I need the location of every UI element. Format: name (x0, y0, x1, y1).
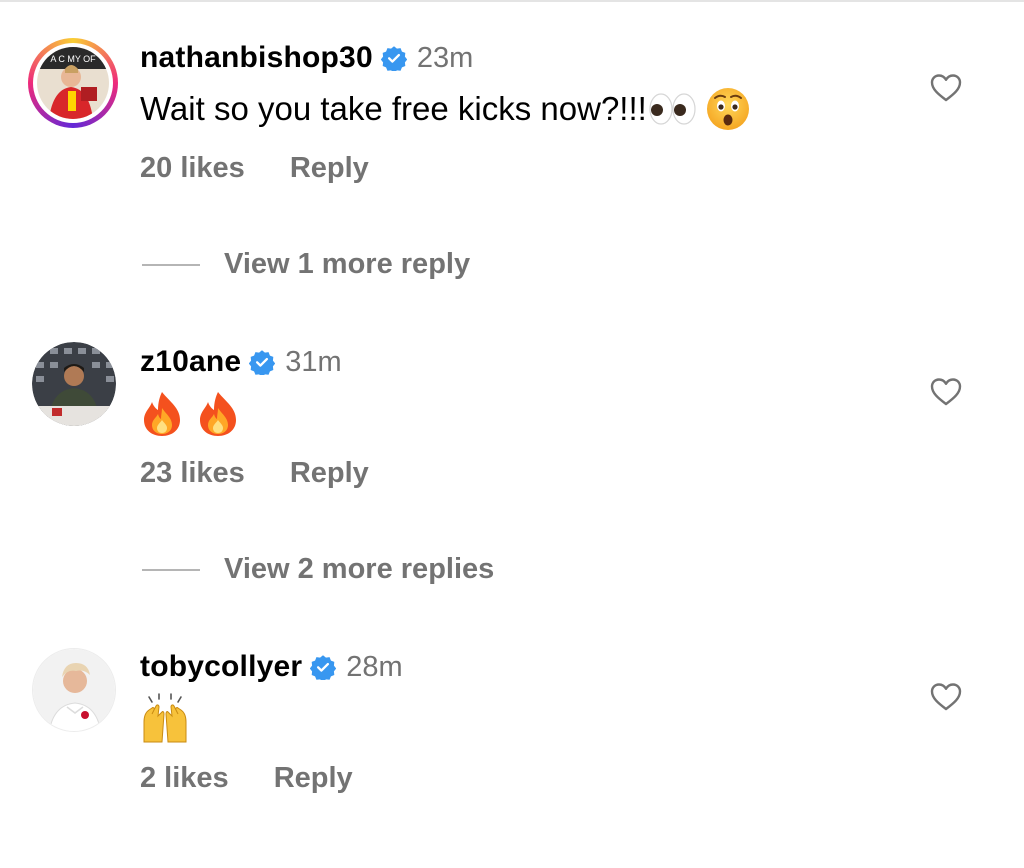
like-heart-icon[interactable] (930, 376, 962, 408)
likes-count[interactable]: 20 likes (140, 152, 245, 185)
astonished-face-emoji (706, 88, 749, 130)
avatar[interactable] (32, 342, 116, 426)
avatar[interactable]: A C MY OF (28, 38, 118, 128)
likes-count[interactable]: 2 likes (140, 762, 229, 795)
fire-emoji (144, 392, 180, 436)
comment-text (140, 692, 190, 744)
replies-divider-line (142, 263, 200, 266)
view-replies-label: View 2 more replies (224, 553, 495, 585)
avatar[interactable] (32, 648, 116, 732)
reply-button[interactable]: Reply (274, 762, 353, 795)
comment-text: Wait so you take free kicks now?!!! (140, 86, 751, 132)
comment-username[interactable]: nathanbishop30 (140, 41, 373, 75)
comment-text-body: Wait so you take free kicks now?!!! (140, 90, 647, 127)
raising-hands-emoji (143, 693, 187, 743)
comment-time: 23m (416, 41, 474, 74)
comment-username[interactable]: tobycollyer (140, 650, 302, 684)
verified-badge-icon (380, 46, 407, 71)
view-replies-label: View 1 more reply (224, 248, 471, 280)
reply-button[interactable]: Reply (290, 152, 369, 185)
comment-time: 31m (285, 345, 342, 378)
svg-text:A C MY OF: A C MY OF (50, 54, 96, 64)
likes-count[interactable]: 23 likes (140, 457, 245, 490)
like-heart-icon[interactable] (930, 681, 962, 713)
view-replies-button[interactable]: View 1 more reply (142, 248, 470, 281)
comment-text (140, 390, 240, 438)
reply-button[interactable]: Reply (290, 457, 369, 490)
eyes-emoji (649, 93, 696, 125)
verified-badge-icon (249, 350, 276, 375)
comment-username[interactable]: z10ane (140, 345, 241, 379)
view-replies-button[interactable]: View 2 more replies (142, 553, 494, 586)
top-divider (0, 0, 1024, 2)
verified-badge-icon (310, 655, 337, 680)
replies-divider-line (142, 568, 200, 571)
comment-time: 28m (346, 650, 403, 683)
like-heart-icon[interactable] (930, 72, 962, 104)
fire-emoji (200, 392, 236, 436)
